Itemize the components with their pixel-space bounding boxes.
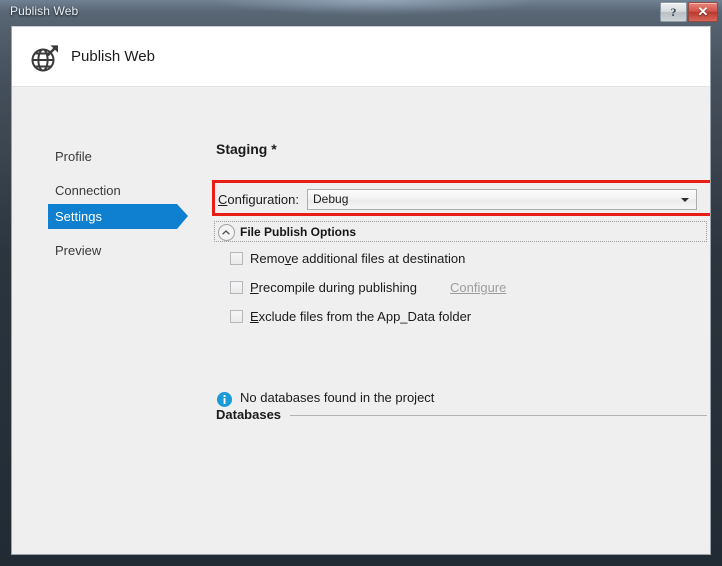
configure-link[interactable]: Configure <box>450 280 506 296</box>
label-accel: E <box>250 309 259 324</box>
configuration-label-rest: onfiguration: <box>227 192 299 207</box>
configuration-selected-value: Debug <box>313 192 349 206</box>
dialog-header: Publish Web <box>12 27 710 87</box>
checkbox-box[interactable] <box>230 310 243 323</box>
dialog-title: Publish Web <box>71 48 155 65</box>
sidebar-item-label: Connection <box>55 183 121 198</box>
checkbox-box[interactable] <box>230 252 243 265</box>
label-pre: Remo <box>250 251 285 266</box>
dialog-client-area: Publish Web Profile Connection Settings … <box>11 26 711 555</box>
page-title: Staging * <box>216 141 277 157</box>
close-x-icon: ✕ <box>697 4 709 19</box>
label-accel: P <box>250 280 259 295</box>
sidebar-item-label: Preview <box>55 243 102 258</box>
help-button[interactable]: ? <box>660 2 687 22</box>
checkbox-label: Precompile during publishing <box>250 280 417 296</box>
sidebar-item-preview[interactable]: Preview <box>48 238 101 263</box>
chevron-up-icon <box>222 230 230 235</box>
configuration-label-accel: C <box>218 192 228 207</box>
databases-section-title: Databases <box>216 407 282 422</box>
label-post: recompile during publishing <box>258 280 417 295</box>
sidebar-item-profile[interactable]: Profile <box>48 144 92 169</box>
sidebar-nav: Profile Connection Settings Preview <box>12 88 194 554</box>
checkbox-label: Exclude files from the App_Data folder <box>250 309 471 325</box>
label-post: xclude files from the App_Data folder <box>258 309 472 324</box>
sidebar-item-settings[interactable]: Settings <box>48 204 177 229</box>
configuration-dropdown[interactable]: Debug <box>307 189 697 210</box>
sidebar-selection-arrow-icon <box>177 204 188 229</box>
window-close-button[interactable]: ✕ <box>688 2 718 22</box>
dialog-window: Publish Web ? ✕ Publish Web Profile Conn… <box>0 0 722 566</box>
info-circle-icon <box>217 392 232 407</box>
window-title: Publish Web <box>10 4 79 18</box>
title-bar[interactable]: Publish Web ? ✕ <box>0 0 722 26</box>
checkbox-box[interactable] <box>230 281 243 294</box>
settings-panel: Staging * Configuration: Debug File Publ… <box>194 88 710 554</box>
sidebar-item-label: Settings <box>55 209 102 224</box>
question-mark-icon: ? <box>670 5 677 19</box>
expander-circle <box>218 224 235 241</box>
databases-empty-message: No databases found in the project <box>240 390 435 405</box>
databases-section-divider <box>290 415 707 416</box>
sidebar-item-label: Profile <box>55 149 92 164</box>
file-publish-options-label: File Publish Options <box>240 225 357 239</box>
chevron-down-icon <box>681 198 689 202</box>
label-post: e additional files at destination <box>291 251 466 266</box>
checkbox-label: Remove additional files at destination <box>250 251 465 267</box>
file-publish-options-expander[interactable]: File Publish Options <box>214 221 707 242</box>
globe-publish-icon <box>28 41 62 75</box>
configuration-label: Configuration: <box>218 192 299 207</box>
sidebar-item-connection[interactable]: Connection <box>48 178 121 203</box>
